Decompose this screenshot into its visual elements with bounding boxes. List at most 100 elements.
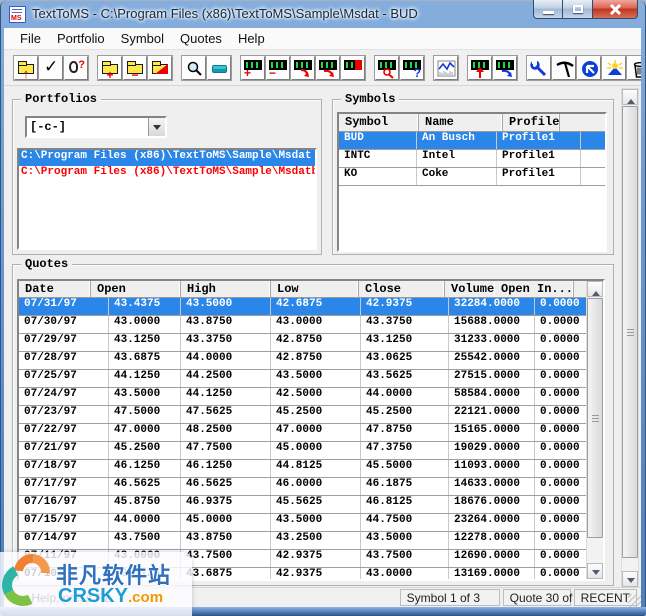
volume-cell: 15688.0000: [449, 316, 535, 333]
menu-item[interactable]: Help: [230, 29, 273, 48]
quotes-column-header[interactable]: Volume: [445, 281, 495, 297]
volume-cell: 19029.0000: [449, 442, 535, 459]
high-cell: 46.1250: [181, 460, 271, 477]
add-portfolio-button[interactable]: +: [98, 56, 122, 82]
high-cell: 43.8750: [181, 316, 271, 333]
symbols-row[interactable]: BUD An Busch Profile1: [339, 132, 605, 150]
symbols-column-header[interactable]: Symbol: [339, 114, 419, 131]
quote-help-button[interactable]: ?: [400, 56, 424, 80]
quotes-column-header[interactable]: High: [181, 281, 271, 297]
remove-portfolio-icon: −: [127, 61, 143, 82]
minimize-button[interactable]: [533, 0, 563, 19]
eraser-button[interactable]: [207, 56, 231, 80]
open-interest-cell: 0.0000: [540, 532, 580, 544]
eraser-icon: [212, 65, 227, 73]
symbols-row[interactable]: INTC Intel Profile1: [339, 150, 605, 168]
low-cell: 43.5000: [271, 514, 361, 531]
quotes-row[interactable]: 07/22/97 47.0000 48.2500 47.0000 47.8750…: [19, 424, 586, 442]
quotes-row[interactable]: 07/18/97 46.1250 46.1250 44.8125 45.5000…: [19, 460, 586, 478]
maximize-button[interactable]: [563, 0, 593, 19]
symbols-row[interactable]: KO Coke Profile1: [339, 168, 605, 186]
menu-item[interactable]: Quotes: [172, 29, 230, 48]
quotes-row[interactable]: 07/24/97 43.5000 44.1250 42.5000 44.0000…: [19, 388, 586, 406]
quotes-row[interactable]: 07/30/97 43.0000 43.8750 43.0000 43.3750…: [19, 316, 586, 334]
toolbar: ↑ ✓ ? + − + − ?: [4, 51, 641, 86]
open-cell: 43.5000: [109, 388, 181, 405]
delete-range-button[interactable]: [341, 56, 365, 80]
remove-portfolio-button[interactable]: −: [123, 56, 147, 82]
symbols-column-header[interactable]: Profile: [503, 114, 561, 131]
tools-button[interactable]: [527, 56, 551, 80]
portfolio-properties-button[interactable]: [148, 56, 172, 80]
open-portfolio-button[interactable]: ↑: [14, 56, 38, 81]
trash-icon: [633, 62, 641, 78]
status-panel: Quote 30 of 30: [502, 589, 589, 606]
low-cell: 42.6875: [271, 298, 361, 315]
quotes-row[interactable]: 07/16/97 45.8750 46.9375 45.5625 46.8125…: [19, 496, 586, 514]
quotes-row[interactable]: 07/15/97 44.0000 45.0000 43.5000 44.7500…: [19, 514, 586, 532]
symbols-column-header[interactable]: Name: [419, 114, 503, 131]
quotes-column-header[interactable]: Date: [19, 281, 91, 297]
add-quote-button[interactable]: +: [241, 56, 265, 80]
main-scrollbar[interactable]: [621, 88, 639, 588]
quotes-group: Quotes Date Open High Low Close Volume Open In…: [12, 257, 614, 586]
drive-selector[interactable]: [-c-]: [25, 116, 167, 138]
build-button[interactable]: [552, 56, 576, 80]
tips-button[interactable]: [602, 56, 626, 80]
close-cell: 44.7500: [361, 514, 449, 531]
resize-grip[interactable]: [628, 594, 641, 607]
copy-quote-button[interactable]: [316, 56, 340, 80]
refresh-quotes-button[interactable]: [493, 56, 517, 80]
volume-cell: 25542.0000: [449, 352, 535, 369]
title-bar[interactable]: TextToMS - C:\Program Files (x86)\TextTo…: [0, 0, 646, 28]
validate-button[interactable]: ✓: [39, 56, 63, 80]
menu-item[interactable]: Portfolio: [49, 29, 113, 48]
portfolio-list-item[interactable]: C:\Program Files (x86)\TextToMS\Sample\M…: [19, 150, 315, 166]
scroll-down-icon[interactable]: [587, 563, 603, 579]
portfolio-list-item[interactable]: C:\Program Files (x86)\TextToMS\Sample\M…: [19, 166, 315, 182]
close-cell: 46.1875: [361, 478, 449, 495]
update-quote-button[interactable]: [468, 56, 492, 80]
quotes-column-header[interactable]: Open: [91, 281, 181, 297]
quotes-row[interactable]: 07/31/97 43.4375 43.5000 42.6875 42.9375…: [19, 298, 586, 316]
find-quote-button[interactable]: [375, 56, 399, 80]
main-scrollbar-thumb[interactable]: [622, 106, 638, 558]
close-button[interactable]: [593, 0, 638, 19]
volume-cell: 13169.0000: [449, 568, 535, 579]
delete-all-button[interactable]: [627, 56, 641, 80]
menu-item[interactable]: Symbol: [113, 29, 172, 48]
low-cell: 45.0000: [271, 442, 361, 459]
quotes-row[interactable]: 07/25/97 44.1250 44.2500 43.5000 43.5625…: [19, 370, 586, 388]
quotes-column-header[interactable]: Open In...: [495, 281, 575, 297]
quotes-row[interactable]: 07/29/97 43.1250 43.3750 42.8750 43.1250…: [19, 334, 586, 352]
delete-quote-button[interactable]: −: [266, 56, 290, 80]
portfolios-group: Portfolios [-c-] C:\Program Files (x86)\…: [12, 92, 322, 255]
chevron-down-icon[interactable]: [148, 118, 165, 136]
quotes-row[interactable]: 07/14/97 43.7500 43.8750 43.2500 43.5000…: [19, 532, 586, 550]
quotes-row[interactable]: 07/21/97 45.2500 47.7500 45.0000 47.3750…: [19, 442, 586, 460]
open-interest-cell: 0.0000: [540, 496, 580, 508]
quotes-column-header[interactable]: Low: [271, 281, 359, 297]
high-cell: 43.6875: [181, 568, 271, 579]
quotes-row[interactable]: 07/17/97 46.5625 46.5625 46.0000 46.1875…: [19, 478, 586, 496]
menu-item[interactable]: File: [12, 29, 49, 48]
low-cell: 42.9375: [271, 568, 361, 579]
low-cell: 42.9375: [271, 550, 361, 567]
search-button[interactable]: [182, 56, 206, 80]
date-cell: 07/21/97: [19, 442, 109, 459]
move-quote-button[interactable]: [291, 56, 315, 80]
quotes-row[interactable]: 07/28/97 43.6875 44.0000 42.8750 43.0625…: [19, 352, 586, 370]
quotes-row[interactable]: 07/23/97 47.5000 47.5625 45.2500 45.2500…: [19, 406, 586, 424]
open-interest-cell: 0.0000: [540, 424, 580, 436]
scroll-up-icon[interactable]: [622, 89, 638, 105]
low-cell: 46.0000: [271, 478, 361, 495]
scroll-up-icon[interactable]: [587, 281, 603, 297]
back-button[interactable]: [577, 56, 601, 80]
high-cell: 43.7500: [181, 550, 271, 567]
scroll-down-icon[interactable]: [622, 571, 638, 587]
quotes-scrollbar-thumb[interactable]: [587, 298, 603, 538]
quotes-column-header[interactable]: Close: [359, 281, 445, 297]
view-chart-button[interactable]: [434, 56, 458, 80]
profile-help-button[interactable]: ?: [64, 56, 88, 80]
quotes-scrollbar[interactable]: [586, 281, 603, 579]
